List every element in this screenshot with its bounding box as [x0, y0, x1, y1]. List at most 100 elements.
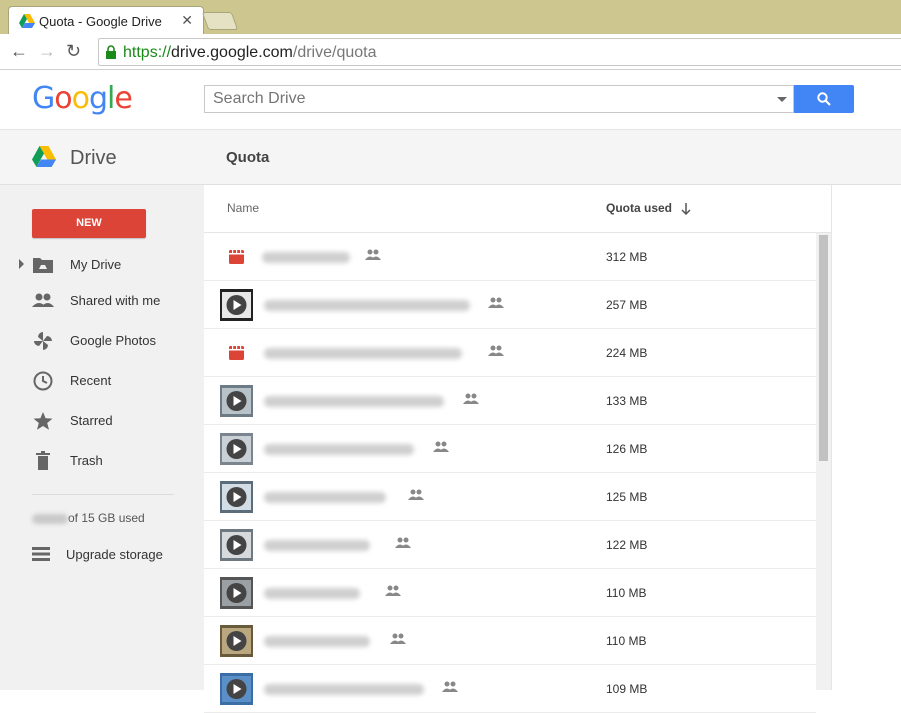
redacted-file-name — [264, 540, 370, 551]
search-box[interactable] — [204, 85, 794, 113]
forward-icon[interactable]: → — [38, 41, 56, 62]
drive-header: Drive Quota — [0, 129, 901, 185]
sidebar-item-label: Recent — [70, 373, 112, 388]
list-header: Name Quota used — [204, 185, 831, 233]
sidebar: NEW My Drive Shared with me Google Photo… — [0, 185, 204, 690]
video-thumbnail-icon — [220, 385, 253, 417]
sidebar-item-google-photos[interactable]: Google Photos — [0, 326, 204, 356]
quota-used-value: 109 MB — [606, 682, 648, 696]
redacted-file-name — [262, 252, 350, 263]
shared-people-icon — [433, 441, 449, 452]
shared-people-icon — [365, 249, 381, 260]
redacted-file-name — [264, 396, 444, 407]
quota-used-value: 133 MB — [606, 394, 648, 408]
video-thumbnail-icon — [220, 289, 253, 321]
video-thumbnail-icon — [220, 433, 253, 465]
url-text: https://drive.google.com/drive/quota — [123, 44, 376, 62]
table-row[interactable]: 133 MB — [204, 377, 816, 425]
sidebar-item-label: My Drive — [70, 257, 122, 272]
shared-people-icon — [395, 537, 411, 548]
sidebar-item-label: Google Photos — [70, 333, 157, 348]
reload-icon[interactable]: ↻ — [66, 41, 81, 62]
table-row[interactable]: 126 MB — [204, 425, 816, 473]
shared-people-icon — [442, 681, 458, 692]
quota-used-value: 110 MB — [606, 634, 647, 648]
shared-people-icon — [408, 489, 424, 500]
table-row[interactable]: 125 MB — [204, 473, 816, 521]
quota-used-value: 312 MB — [606, 250, 648, 264]
table-row[interactable]: 224 MB — [204, 329, 816, 377]
back-icon[interactable]: ← — [10, 41, 28, 62]
video-thumbnail-icon — [220, 529, 253, 561]
sidebar-divider — [32, 494, 174, 495]
shared-people-icon — [488, 345, 504, 356]
drive-app-name[interactable]: Drive — [70, 147, 117, 170]
column-quota-header[interactable]: Quota used — [606, 201, 691, 215]
redacted-file-name — [264, 300, 470, 311]
tab-strip: Quota - Google Drive ✕ — [0, 0, 901, 35]
quota-used-value: 125 MB — [606, 490, 648, 504]
url-scheme: https:// — [123, 44, 172, 61]
video-thumbnail-icon — [220, 481, 253, 513]
storage-usage: of 15 GB used — [32, 511, 145, 525]
url-host: drive.google.com — [171, 44, 293, 61]
address-bar[interactable]: https://drive.google.com/drive/quota — [98, 38, 901, 66]
upgrade-storage-link[interactable]: Upgrade storage — [0, 540, 204, 570]
column-quota-label: Quota used — [606, 201, 673, 215]
browser-toolbar: ← → ↻ https://drive.google.com/drive/quo… — [0, 34, 901, 70]
tab-close-icon[interactable]: ✕ — [181, 12, 193, 29]
video-thumbnail-icon — [220, 625, 253, 657]
video-thumbnail-icon — [220, 577, 253, 609]
search-icon — [817, 92, 831, 106]
table-row[interactable]: 257 MB — [204, 281, 816, 329]
sidebar-item-trash[interactable]: Trash — [0, 446, 204, 476]
shared-people-icon — [390, 633, 406, 644]
sort-down-arrow-icon — [681, 202, 691, 215]
google-header: Google — [0, 71, 901, 129]
people-icon — [32, 293, 54, 307]
new-tab-button[interactable] — [201, 12, 239, 30]
tab-active[interactable]: Quota - Google Drive ✕ — [8, 6, 204, 35]
sidebar-item-starred[interactable]: Starred — [0, 406, 204, 436]
my-drive-icon — [33, 258, 53, 273]
new-button[interactable]: NEW — [32, 209, 146, 238]
redacted-file-name — [264, 444, 414, 455]
table-row[interactable]: 109 MB — [204, 665, 816, 713]
video-thumbnail-icon — [220, 673, 253, 705]
shared-people-icon — [488, 297, 504, 308]
tab-title: Quota - Google Drive — [39, 14, 162, 29]
table-row[interactable]: 312 MB — [204, 233, 816, 281]
table-row[interactable]: 110 MB — [204, 569, 816, 617]
lock-icon — [106, 45, 116, 59]
column-name-header[interactable]: Name — [227, 201, 259, 215]
redacted-file-name — [264, 636, 370, 647]
url-path: /drive/quota — [292, 44, 377, 61]
redacted-file-name — [264, 588, 360, 599]
drive-logo-icon[interactable] — [32, 146, 56, 167]
clock-icon — [33, 371, 53, 391]
drive-favicon-icon — [19, 14, 35, 28]
star-icon — [33, 412, 53, 430]
shared-people-icon — [463, 393, 479, 404]
search-options-caret-icon[interactable] — [777, 97, 787, 102]
redacted-file-name — [264, 348, 462, 359]
table-row[interactable]: 122 MB — [204, 521, 816, 569]
google-logo[interactable]: Google — [32, 81, 133, 116]
sidebar-item-my-drive[interactable]: My Drive — [0, 250, 204, 280]
expand-arrow-icon[interactable] — [19, 259, 24, 269]
details-panel — [831, 185, 901, 690]
list-scrollbar[interactable] — [816, 233, 831, 690]
page-title: Quota — [226, 149, 270, 166]
table-row[interactable]: 110 MB — [204, 617, 816, 665]
search-input[interactable] — [213, 90, 753, 108]
upgrade-storage-label: Upgrade storage — [66, 547, 163, 562]
search-button[interactable] — [794, 85, 854, 113]
quota-used-value: 126 MB — [606, 442, 648, 456]
scrollbar-thumb[interactable] — [819, 235, 828, 461]
video-file-icon — [229, 250, 244, 264]
quota-used-value: 257 MB — [606, 298, 648, 312]
quota-used-value: 224 MB — [606, 346, 648, 360]
sidebar-item-shared-with-me[interactable]: Shared with me — [0, 286, 204, 316]
storage-icon — [32, 547, 50, 561]
sidebar-item-recent[interactable]: Recent — [0, 366, 204, 396]
